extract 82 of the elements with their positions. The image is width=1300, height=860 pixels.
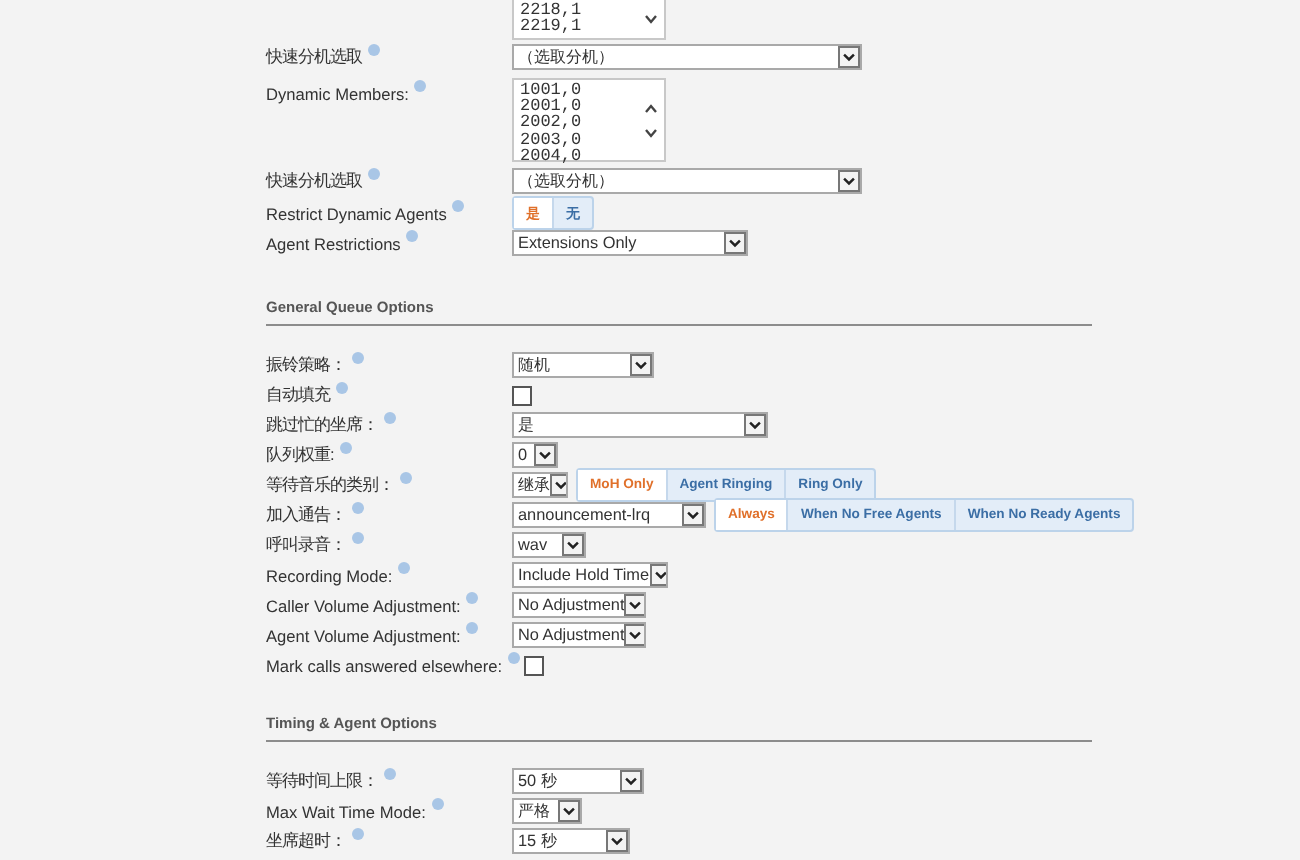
list-item[interactable]: 2218,1 xyxy=(520,2,582,19)
help-icon[interactable] xyxy=(340,442,353,454)
select-field[interactable]: Extensions Only xyxy=(512,230,748,256)
field-label: 呼叫录音： xyxy=(266,534,346,556)
list-item[interactable]: 2003,0 xyxy=(520,131,582,148)
field-label: Recording Mode: xyxy=(266,565,393,585)
help-icon[interactable] xyxy=(466,622,479,634)
caret-icon xyxy=(534,444,556,466)
caret-icon xyxy=(630,354,652,376)
help-icon[interactable] xyxy=(400,472,412,484)
list-item[interactable]: 2002,0 xyxy=(520,114,582,132)
select-field[interactable]: 是 xyxy=(512,412,768,438)
caret-icon xyxy=(550,474,566,496)
field-label: Max Wait Time Mode: xyxy=(266,801,426,821)
field-label: 等待音乐的类别： xyxy=(266,474,394,496)
select-field[interactable]: 严格 xyxy=(512,798,582,824)
select-field[interactable]: announcement-lrq xyxy=(512,502,706,528)
field-label: 自动填充 xyxy=(266,384,330,406)
scroll-down-icon[interactable] xyxy=(644,14,658,24)
list-item[interactable]: 1001,0 xyxy=(520,82,582,99)
select-field[interactable]: Include Hold Time xyxy=(512,562,668,588)
field-label: 加入通告： xyxy=(266,504,346,526)
help-icon[interactable] xyxy=(508,652,521,664)
select-field[interactable]: 继承 xyxy=(512,472,568,498)
caret-icon xyxy=(624,594,644,616)
select-field[interactable]: （选取分机） xyxy=(512,168,862,194)
caret-icon xyxy=(606,830,628,852)
field-label: 振铃策略： xyxy=(266,354,346,376)
caret-icon xyxy=(744,414,766,436)
help-icon[interactable] xyxy=(414,80,427,92)
select-field[interactable]: 0 xyxy=(512,442,558,468)
scroll-up-icon[interactable] xyxy=(644,103,658,113)
caret-icon xyxy=(838,46,860,68)
select-field[interactable]: wav xyxy=(512,532,586,558)
caret-icon xyxy=(682,504,704,526)
field-label: Dynamic Members: xyxy=(266,83,409,103)
field-label: 跳过忙的坐席： xyxy=(266,414,378,436)
field-label: Mark calls answered elsewhere: xyxy=(266,655,503,675)
help-icon[interactable] xyxy=(368,168,380,180)
help-icon[interactable] xyxy=(398,562,411,574)
field-label: 快速分机选取 xyxy=(266,170,362,192)
select-field[interactable]: No Adjustment xyxy=(512,592,646,618)
field-label: Caller Volume Adjustment: xyxy=(266,595,461,615)
select-field[interactable]: 随机 xyxy=(512,352,654,378)
help-icon[interactable] xyxy=(368,44,380,56)
field-label: 等待时间上限： xyxy=(266,770,378,792)
help-icon[interactable] xyxy=(406,230,419,242)
caret-icon xyxy=(624,624,644,646)
checkbox[interactable] xyxy=(512,385,532,405)
caret-icon xyxy=(558,800,580,822)
field-label: 队列权重: xyxy=(266,444,335,466)
list-item[interactable]: 2004,0 xyxy=(520,147,582,165)
help-icon[interactable] xyxy=(352,352,364,364)
checkbox[interactable] xyxy=(524,655,545,675)
help-icon[interactable] xyxy=(431,798,444,810)
select-field[interactable]: 50 秒 xyxy=(512,768,644,794)
list-item[interactable]: 2219,1 xyxy=(520,18,582,35)
help-icon[interactable] xyxy=(466,592,479,604)
list-item[interactable]: 2001,0 xyxy=(520,98,582,115)
field-label: 快速分机选取 xyxy=(266,46,362,68)
caret-icon xyxy=(724,232,746,254)
help-icon[interactable] xyxy=(336,382,348,394)
help-icon[interactable] xyxy=(352,828,364,840)
select-field[interactable]: （选取分机） xyxy=(512,44,862,70)
help-icon[interactable] xyxy=(352,532,364,544)
help-icon[interactable] xyxy=(452,200,465,212)
caret-icon xyxy=(620,770,642,792)
caret-icon xyxy=(562,534,584,556)
help-icon[interactable] xyxy=(384,768,396,780)
field-label: 坐席超时： xyxy=(266,830,346,852)
help-icon[interactable] xyxy=(384,412,396,424)
field-label: Restrict Dynamic Agents xyxy=(266,203,447,223)
scroll-down-icon[interactable] xyxy=(644,127,658,137)
select-field[interactable]: No Adjustment xyxy=(512,622,646,648)
select-field[interactable]: 15 秒 xyxy=(512,828,630,854)
caret-icon xyxy=(649,564,666,586)
field-label: Agent Volume Adjustment: xyxy=(266,625,461,645)
caret-icon xyxy=(838,170,860,192)
list-box[interactable]: 1001,0 2001,0 2002,0 2003,0 2004,0 xyxy=(512,78,666,162)
help-icon[interactable] xyxy=(352,502,364,514)
field-label: Agent Restrictions xyxy=(266,233,401,253)
list-box[interactable]: 2218,1 2219,1 xyxy=(512,0,666,40)
